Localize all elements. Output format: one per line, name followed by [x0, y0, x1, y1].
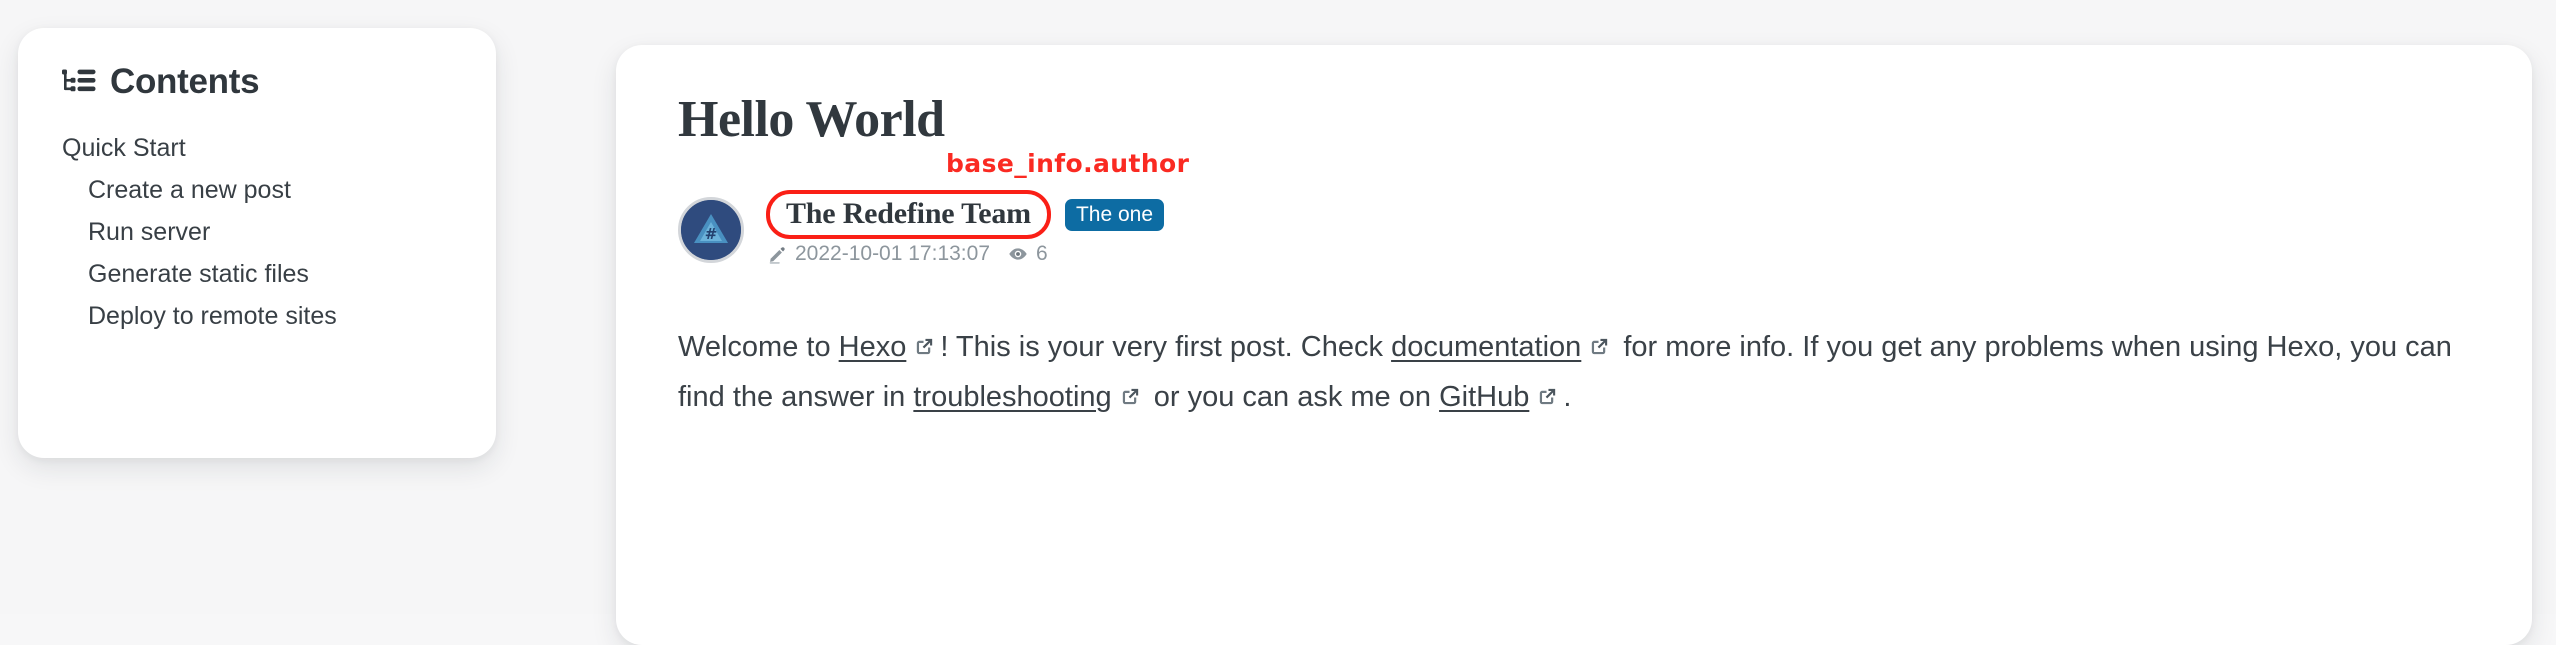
post-body-paragraph: Welcome to Hexo ! This is your very firs…	[678, 323, 2470, 423]
toc-item-quick-start[interactable]: Quick Start	[62, 127, 462, 169]
article-card: Hello World # The Redefine Team The one …	[616, 45, 2532, 645]
toc-item-run-server[interactable]: Run server	[88, 211, 462, 253]
author-row: # The Redefine Team The one 2022-10-01 1…	[678, 149, 2470, 269]
post-stats: 2022-10-01 17:13:07 6	[767, 242, 1164, 266]
eye-icon	[1008, 244, 1028, 264]
author-meta: The Redefine Team The one 2022-10-01 17:…	[766, 190, 1164, 266]
toc-item-create-a-new-post[interactable]: Create a new post	[88, 169, 462, 211]
link-documentation[interactable]: documentation	[1391, 331, 1581, 363]
external-link-icon	[1588, 335, 1611, 358]
avatar[interactable]: #	[678, 197, 744, 264]
post-views: 6	[1008, 242, 1048, 266]
table-of-contents-card: Contents Quick Start Create a new post R…	[18, 28, 496, 458]
post-date: 2022-10-01 17:13:07	[767, 242, 990, 266]
link-troubleshooting[interactable]: troubleshooting	[913, 381, 1111, 413]
svg-text:#: #	[705, 225, 718, 243]
body-text-segment-2: ! This is your very first post. Check	[940, 331, 1392, 364]
toc-header: Contents	[62, 64, 462, 99]
status-badge[interactable]: The one	[1064, 198, 1164, 231]
pencil-icon	[767, 244, 787, 264]
author-name-highlight: The Redefine Team	[766, 190, 1051, 240]
body-text-segment-1: Welcome to	[678, 331, 839, 364]
author-name[interactable]: The Redefine Team	[786, 197, 1031, 230]
toc-list: Quick Start Create a new post Run server…	[52, 127, 462, 337]
list-tree-icon	[62, 68, 96, 95]
body-text-segment-5: .	[1563, 381, 1572, 414]
link-hexo[interactable]: Hexo	[839, 331, 907, 363]
toc-item-deploy-to-remote-sites[interactable]: Deploy to remote sites	[88, 295, 462, 337]
article-inner: Hello World # The Redefine Team The one …	[616, 45, 2532, 423]
external-link-icon	[1536, 385, 1559, 408]
author-line: The Redefine Team The one	[766, 190, 1164, 240]
annotation-label: base_info.author	[946, 149, 1190, 179]
post-date-text: 2022-10-01 17:13:07	[795, 241, 990, 265]
page-title: Hello World	[678, 91, 945, 148]
post-views-count: 6	[1036, 241, 1048, 265]
page-root: Contents Quick Start Create a new post R…	[0, 0, 2556, 645]
body-text-segment-4: or you can ask me on	[1145, 381, 1440, 414]
toc-item-generate-static-files[interactable]: Generate static files	[88, 253, 462, 295]
external-link-icon	[1119, 385, 1142, 408]
external-link-icon	[913, 335, 936, 358]
link-github[interactable]: GitHub	[1439, 381, 1529, 413]
toc-title: Contents	[110, 62, 260, 101]
